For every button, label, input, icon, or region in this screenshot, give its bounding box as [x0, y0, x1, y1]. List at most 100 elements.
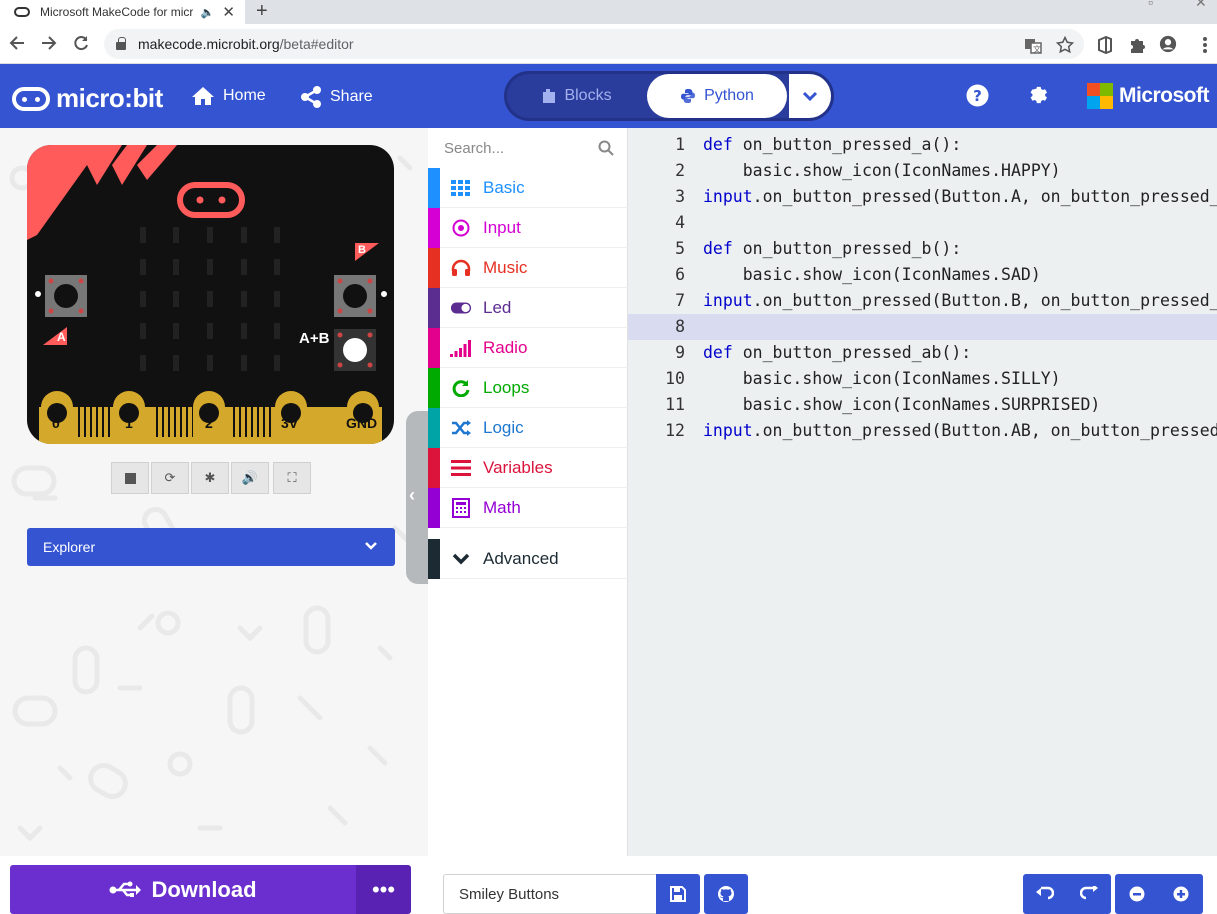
microbit-board-graphic — [27, 145, 387, 444]
code-line[interactable]: 6 basic.show_icon(IconNames.SAD) — [628, 262, 1217, 288]
microbit-logo[interactable]: micro:bit — [12, 83, 163, 114]
code-content: on_button_pressed_ab(): — [732, 343, 972, 362]
zoom-in-icon — [1173, 886, 1189, 902]
restart-button[interactable]: ⟳ — [151, 462, 189, 494]
stop-button[interactable] — [111, 462, 149, 494]
github-button[interactable] — [704, 874, 748, 914]
category-variables[interactable]: Variables — [428, 448, 628, 488]
explorer-label: Explorer — [43, 539, 96, 555]
microsoft-logo[interactable]: Microsoft — [1087, 83, 1210, 109]
redo-button[interactable] — [1067, 874, 1111, 914]
code-line[interactable]: 8 — [628, 314, 1217, 340]
settings-gear-icon[interactable] — [1027, 84, 1050, 112]
category-led[interactable]: Led — [428, 288, 628, 328]
line-number: 11 — [665, 395, 685, 414]
share-button[interactable]: Share — [300, 86, 373, 108]
headphones-icon — [450, 258, 472, 278]
svg-text:文: 文 — [1033, 44, 1041, 54]
blocks-tab[interactable]: Blocks — [507, 74, 647, 118]
reload-icon[interactable] — [71, 34, 91, 54]
extensions-puzzle-icon[interactable] — [1128, 36, 1146, 54]
download-button[interactable]: Download — [10, 865, 356, 914]
translate-icon[interactable]: 文 — [1024, 37, 1042, 55]
code-line[interactable]: 5 def on_button_pressed_b(): — [628, 236, 1217, 262]
category-loops[interactable]: Loops — [428, 368, 628, 408]
code-line[interactable]: 2 basic.show_icon(IconNames.HAPPY) — [628, 158, 1217, 184]
code-line[interactable]: 11 basic.show_icon(IconNames.SURPRISED) — [628, 392, 1217, 418]
explorer-button[interactable]: Explorer — [27, 528, 395, 566]
code-line[interactable]: 1 def on_button_pressed_a(): — [628, 132, 1217, 158]
category-advanced[interactable]: Advanced — [428, 539, 628, 579]
microbit-board[interactable]: A B A+B 0 1 2 3V GND — [27, 145, 394, 444]
category-basic[interactable]: Basic — [428, 168, 628, 208]
code-content: .on_button_pressed(Button.A, on_button_p… — [752, 187, 1217, 206]
category-stripe — [428, 248, 440, 288]
code-line[interactable]: 12 input.on_button_pressed(Button.AB, on_… — [628, 418, 1217, 444]
fullscreen-button[interactable]: ⛶ — [273, 462, 311, 494]
category-music[interactable]: Music — [428, 248, 628, 288]
new-tab-button[interactable]: + — [256, 0, 268, 24]
chevron-down-icon — [450, 549, 472, 569]
minimize-window-icon[interactable]: ▫ — [1148, 0, 1153, 10]
target-icon — [450, 218, 472, 238]
code-line[interactable]: 10 basic.show_icon(IconNames.SILLY) — [628, 366, 1217, 392]
code-line[interactable]: 3 input.on_button_pressed(Button.A, on_bu… — [628, 184, 1217, 210]
browser-tab[interactable]: Microsoft MakeCode for micro:bit 🔈 ✕ — [0, 0, 245, 24]
code-text: basic.show_icon(IconNames.SILLY) — [703, 366, 1061, 392]
microsoft-label: Microsoft — [1119, 84, 1210, 107]
code-content: basic.show_icon(IconNames.HAPPY) — [703, 161, 1061, 180]
keyword: def — [703, 343, 733, 362]
usb-icon — [109, 881, 142, 897]
python-tab[interactable]: Python — [647, 74, 787, 118]
mute-button[interactable]: 🔊 — [231, 462, 269, 494]
bookmark-star-icon[interactable] — [1056, 36, 1074, 54]
home-icon — [192, 87, 214, 105]
profile-avatar-icon[interactable] — [1159, 35, 1177, 53]
puzzle-piece-icon — [543, 89, 556, 103]
help-icon[interactable]: ? — [966, 84, 989, 112]
github-icon — [718, 886, 734, 902]
category-label: Logic — [483, 418, 524, 437]
category-logic[interactable]: Logic — [428, 408, 628, 448]
save-button[interactable] — [656, 874, 700, 914]
browser-menu-icon[interactable] — [1196, 36, 1214, 54]
line-number: 8 — [675, 317, 685, 336]
category-stripe — [428, 408, 440, 448]
forward-arrow-icon[interactable] — [39, 34, 59, 54]
code-text: def on_button_pressed_b(): — [703, 236, 961, 262]
undo-button[interactable] — [1023, 874, 1067, 914]
code-line[interactable]: 7 input.on_button_pressed(Button.B, on_bu… — [628, 288, 1217, 314]
home-button[interactable]: Home — [191, 86, 266, 106]
category-radio[interactable]: Radio — [428, 328, 628, 368]
zoom-in-button[interactable] — [1159, 874, 1203, 914]
category-input[interactable]: Input — [428, 208, 628, 248]
code-line[interactable]: 9 def on_button_pressed_ab(): — [628, 340, 1217, 366]
more-options-button[interactable]: ••• — [356, 865, 411, 914]
close-window-icon[interactable]: ✕ — [1195, 0, 1207, 11]
pin-3v-label: 3V — [281, 415, 299, 431]
close-tab-icon[interactable]: ✕ — [222, 3, 235, 21]
back-arrow-icon[interactable] — [7, 34, 27, 54]
code-text: def on_button_pressed_a(): — [703, 132, 961, 158]
office-extension-icon[interactable] — [1096, 36, 1114, 54]
project-name-input[interactable] — [443, 874, 657, 914]
toolbox-search[interactable]: Search... — [428, 128, 628, 168]
python-code-editor[interactable]: 1 def on_button_pressed_a(): 2 basic.show_… — [628, 128, 1217, 856]
category-stripe — [428, 168, 440, 208]
code-line[interactable]: 4 — [628, 210, 1217, 236]
url-field[interactable]: makecode.microbit.org/beta#editor — [104, 29, 1084, 59]
debug-button[interactable]: ✱ — [191, 462, 229, 494]
code-text: input.on_button_pressed(Button.B, on_but… — [703, 288, 1217, 314]
code-text: basic.show_icon(IconNames.SAD) — [703, 262, 1041, 288]
search-placeholder: Search... — [444, 139, 505, 157]
zoom-out-icon — [1129, 886, 1145, 902]
line-number: 1 — [675, 135, 685, 154]
category-math[interactable]: Math — [428, 488, 628, 528]
undo-icon — [1036, 886, 1054, 900]
zoom-out-button[interactable] — [1115, 874, 1159, 914]
language-dropdown-button[interactable] — [789, 74, 831, 118]
speaker-icon[interactable]: 🔈 — [201, 6, 215, 19]
module-name: input — [703, 291, 753, 310]
refresh-icon — [450, 378, 472, 398]
collapse-simulator-button[interactable]: ‹ — [406, 411, 428, 584]
